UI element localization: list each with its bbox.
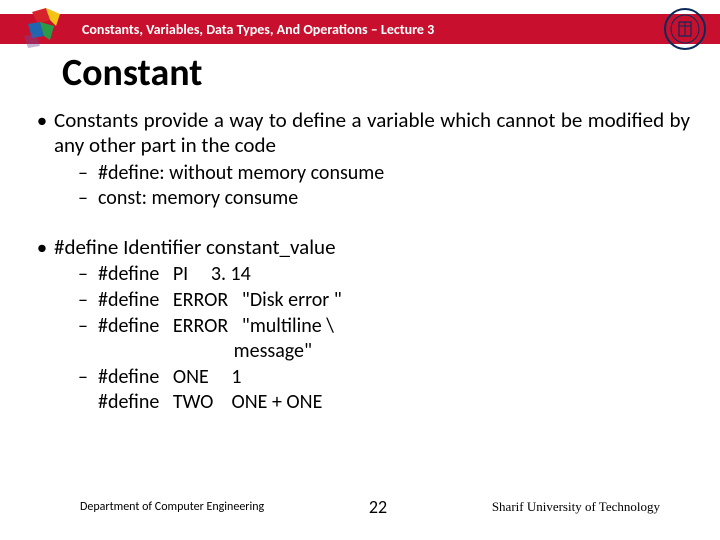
bullet-2-text: #define Identifier constant_value xyxy=(54,235,690,260)
header-breadcrumb: Constants, Variables, Data Types, And Op… xyxy=(82,21,434,38)
sub-bullet: –const: memory consume xyxy=(78,187,690,211)
sub-bullet-continuation: #define TWO ONE + ONE xyxy=(78,391,690,415)
sub-bullet-text: #define ERROR "Disk error " xyxy=(98,289,690,313)
slide: Constants, Variables, Data Types, And Op… xyxy=(0,0,720,540)
sub-bullet-text: #define ONE 1 xyxy=(98,366,690,390)
footer-department: Department of Computer Engineering xyxy=(80,500,264,514)
sub-bullet: –#define ERROR "Disk error " xyxy=(78,289,690,313)
puzzle-logo-icon xyxy=(20,6,70,50)
footer: Department of Computer Engineering 22 Sh… xyxy=(0,496,720,518)
sub-bullet-continuation: message" xyxy=(78,340,690,364)
sub-bullet-text: #define ERROR "multiline \ xyxy=(98,315,690,339)
header-bar: Constants, Variables, Data Types, And Op… xyxy=(0,14,720,44)
bullet-icon: • xyxy=(30,235,54,260)
bullet-1: • Constants provide a way to define a va… xyxy=(30,108,690,158)
bullet-1-text: Constants provide a way to define a vari… xyxy=(54,108,690,158)
sub-bullet: –#define PI 3. 14 xyxy=(78,263,690,287)
bullet-2: • #define Identifier constant_value xyxy=(30,235,690,260)
sub-bullet-cont-text: #define TWO ONE + ONE xyxy=(98,391,690,415)
footer-university: Sharif University of Technology xyxy=(492,499,660,515)
page-title: Constant xyxy=(62,50,202,96)
bullet-icon: • xyxy=(30,108,54,158)
sub-bullet: –#define: without memory consume xyxy=(78,162,690,186)
sub-bullet-text: #define: without memory consume xyxy=(98,162,690,186)
sub-bullet-text: const: memory consume xyxy=(98,187,690,211)
university-seal-icon xyxy=(664,8,706,50)
sub-bullet-cont-text: message" xyxy=(98,340,690,364)
sub-bullet: –#define ONE 1 xyxy=(78,366,690,390)
footer-page-number: 22 xyxy=(369,496,387,518)
content-body: • Constants provide a way to define a va… xyxy=(30,108,690,417)
sub-bullet: –#define ERROR "multiline \ xyxy=(78,315,690,339)
sub-bullet-text: #define PI 3. 14 xyxy=(98,263,690,287)
